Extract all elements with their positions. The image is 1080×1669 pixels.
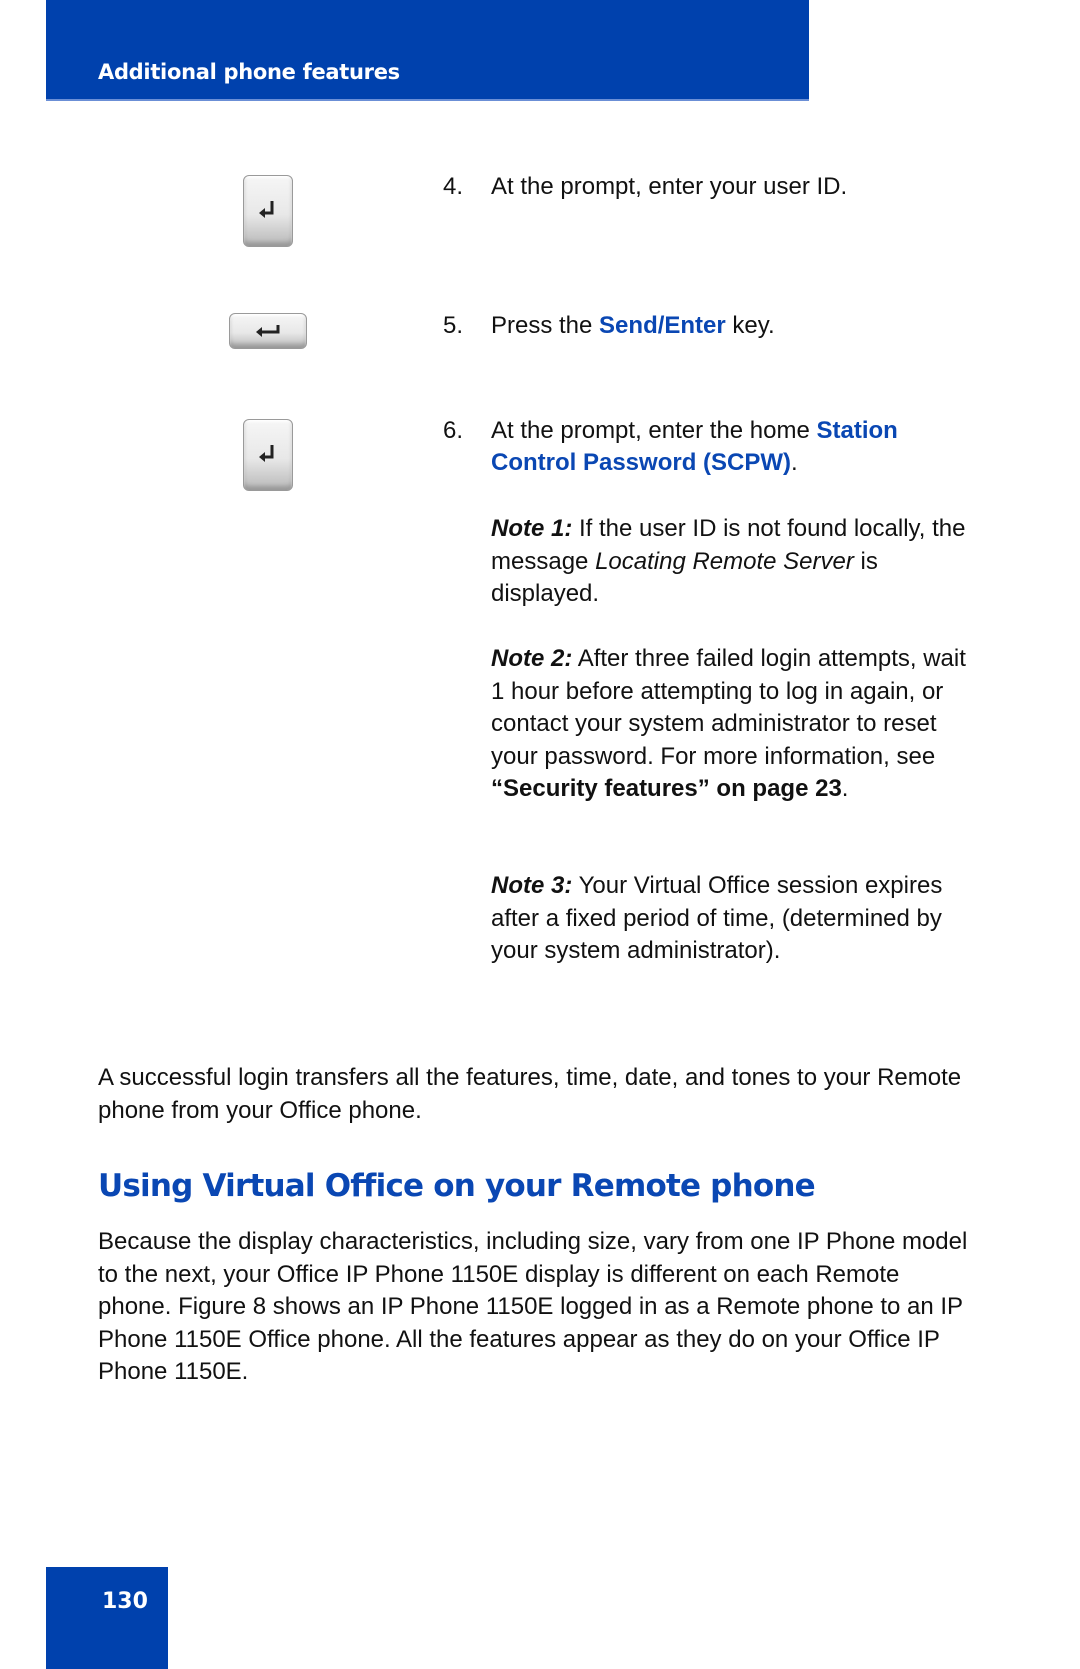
note-label: Note 3: (491, 872, 573, 899)
note-label: Note 1: (491, 515, 573, 542)
note-3: Note 3: Your Virtual Office session expi… (491, 870, 981, 968)
message-name: Locating Remote Server (595, 547, 854, 575)
step-text-suffix: key. (725, 312, 775, 339)
note-label: Note 2: (491, 645, 573, 672)
step-text-prefix: At the prompt, enter the home (491, 417, 817, 444)
step-text: Press the Send/Enter key. (491, 310, 981, 342)
note-2: Note 2: After three failed login attempt… (491, 643, 981, 806)
page-number: 130 (102, 1589, 148, 1614)
send-enter-key-icon (229, 313, 307, 349)
section-heading: Using Virtual Office on your Remote phon… (98, 1168, 816, 1204)
enter-key-icon (243, 419, 293, 491)
header-band: Additional phone features (46, 0, 809, 101)
page-number-box: 130 (46, 1567, 168, 1669)
step-text: At the prompt, enter the home Station Co… (491, 415, 981, 479)
note-1: Note 1: If the user ID is not found loca… (491, 513, 981, 611)
key-name-send-enter: Send/Enter (599, 312, 726, 339)
step-text: At the prompt, enter your user ID. (491, 173, 848, 200)
cross-reference-link[interactable]: “Security features” on page 23 (491, 775, 842, 802)
step-number: 5. (443, 312, 464, 339)
step-number: 6. (443, 417, 464, 444)
summary-paragraph: A successful login transfers all the fea… (98, 1064, 962, 1124)
chapter-title: Additional phone features (98, 60, 400, 84)
step-text-suffix: . (791, 449, 798, 476)
enter-key-icon (243, 175, 293, 247)
note-text: . (841, 775, 849, 802)
section-paragraph: Because the display characteristics, inc… (98, 1228, 968, 1385)
step-number: 4. (443, 173, 464, 200)
step-text-prefix: Press the (491, 312, 600, 339)
